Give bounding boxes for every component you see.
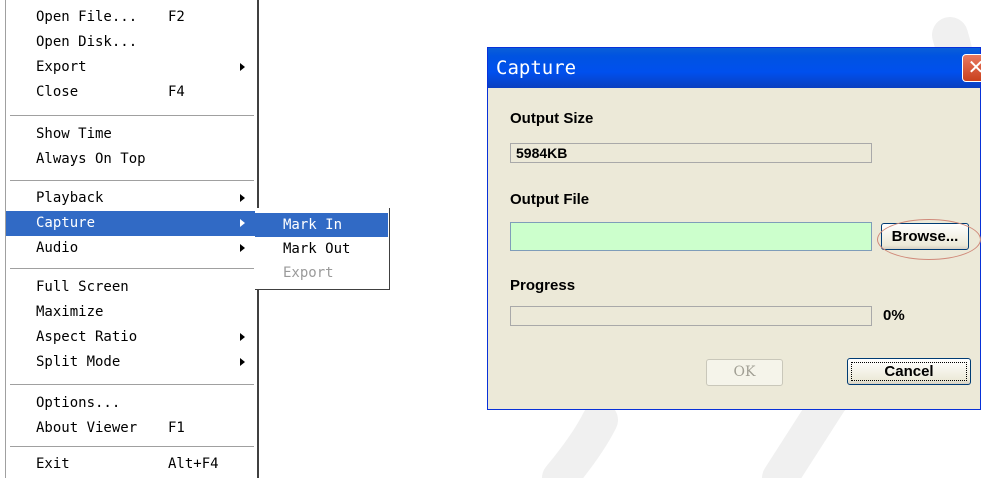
menu-item-playback[interactable]: Playback xyxy=(6,186,256,211)
menu-item-label: Capture xyxy=(36,215,96,231)
menu-item-maximize[interactable]: Maximize xyxy=(6,300,256,325)
menu-item-label: Options... xyxy=(36,395,121,411)
menu-item-label: Playback xyxy=(36,190,104,206)
close-icon[interactable]: ✕ xyxy=(962,54,981,82)
menu-item-full-screen[interactable]: Full Screen xyxy=(6,275,256,300)
menu-item-open-file[interactable]: Open File... F2 xyxy=(6,5,256,30)
browse-button[interactable]: Browse... xyxy=(881,223,969,250)
menu-separator xyxy=(10,384,254,386)
menu-item-options[interactable]: Options... xyxy=(6,391,256,416)
menu-item-always-on-top[interactable]: Always On Top xyxy=(6,147,256,172)
context-menu: Open File... F2 Open Disk... Export Clos… xyxy=(5,0,259,478)
menu-item-label: Always On Top xyxy=(36,151,146,167)
ok-button[interactable]: OK xyxy=(706,359,783,386)
submenu-arrow-icon xyxy=(240,63,245,71)
menu-item-exit[interactable]: Exit Alt+F4 xyxy=(6,452,256,477)
menu-separator xyxy=(10,446,254,448)
cancel-button-label: Cancel xyxy=(851,362,967,381)
progress-percent: 0% xyxy=(883,307,905,324)
menu-separator xyxy=(10,180,254,182)
submenu-item-mark-out[interactable]: Mark Out xyxy=(255,237,388,261)
menu-item-accelerator: F4 xyxy=(168,84,185,100)
menu-separator xyxy=(10,268,254,270)
output-size-field: 5984KB xyxy=(510,143,872,163)
submenu-arrow-icon xyxy=(240,358,245,366)
menu-item-capture[interactable]: Capture xyxy=(6,211,256,236)
menu-item-label: Maximize xyxy=(36,304,104,320)
output-file-label: Output File xyxy=(510,191,590,208)
submenu-item-label: Mark Out xyxy=(283,241,351,257)
menu-item-split-mode[interactable]: Split Mode xyxy=(6,350,256,375)
menu-item-label: About Viewer xyxy=(36,420,138,436)
menu-item-label: Open File... xyxy=(36,9,138,25)
menu-item-export[interactable]: Export xyxy=(6,55,256,80)
submenu-arrow-icon xyxy=(240,244,245,252)
output-file-input[interactable] xyxy=(510,222,872,251)
menu-item-label: Export xyxy=(36,59,87,75)
menu-item-audio[interactable]: Audio xyxy=(6,236,256,261)
submenu-item-label: Export xyxy=(283,265,334,281)
menu-item-accelerator: Alt+F4 xyxy=(168,456,219,472)
submenu-arrow-icon xyxy=(240,219,245,227)
capture-submenu: Mark In Mark Out Export xyxy=(255,208,390,290)
menu-item-accelerator: F1 xyxy=(168,420,185,436)
submenu-item-export: Export xyxy=(255,261,388,285)
menu-item-close[interactable]: Close F4 xyxy=(6,80,256,105)
progress-bar xyxy=(510,306,872,326)
menu-item-accelerator: F2 xyxy=(168,9,185,25)
cancel-button[interactable]: Cancel xyxy=(847,358,971,385)
menu-item-label: Full Screen xyxy=(36,279,129,295)
menu-item-label: Close xyxy=(36,84,79,100)
dialog-title-bar[interactable]: Capture ✕ xyxy=(488,48,981,88)
dialog-title: Capture xyxy=(496,57,577,79)
menu-separator xyxy=(10,115,254,117)
submenu-item-label: Mark In xyxy=(283,217,343,233)
menu-item-label: Audio xyxy=(36,240,79,256)
capture-dialog: Capture ✕ Output Size 5984KB Output File… xyxy=(487,47,981,410)
progress-label: Progress xyxy=(510,277,576,294)
menu-item-show-time[interactable]: Show Time xyxy=(6,122,256,147)
submenu-arrow-icon xyxy=(240,333,245,341)
menu-item-label: Split Mode xyxy=(36,354,121,370)
menu-item-about-viewer[interactable]: About Viewer F1 xyxy=(6,416,256,441)
submenu-item-mark-in[interactable]: Mark In xyxy=(255,213,388,237)
output-size-label: Output Size xyxy=(510,110,594,127)
menu-item-label: Open Disk... xyxy=(36,34,138,50)
menu-item-aspect-ratio[interactable]: Aspect Ratio xyxy=(6,325,256,350)
menu-item-label: Exit xyxy=(36,456,70,472)
menu-item-open-disk[interactable]: Open Disk... xyxy=(6,30,256,55)
menu-item-label: Show Time xyxy=(36,126,112,142)
menu-item-label: Aspect Ratio xyxy=(36,329,138,345)
submenu-arrow-icon xyxy=(240,194,245,202)
